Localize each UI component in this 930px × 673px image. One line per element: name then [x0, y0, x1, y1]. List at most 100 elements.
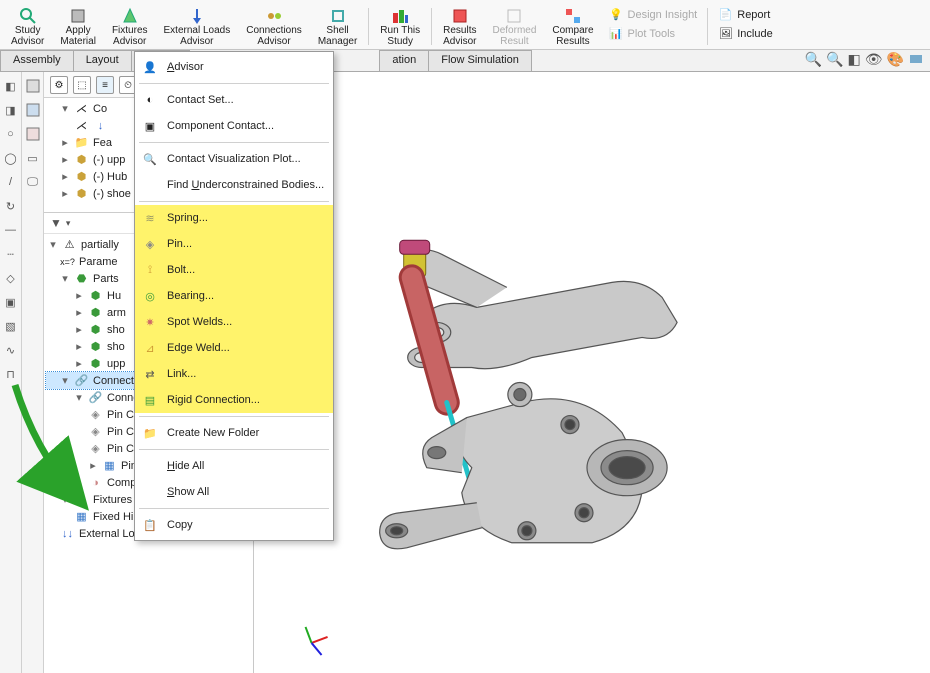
ctx-contact-visualization[interactable]: 🔍Contact Visualization Plot... [135, 146, 333, 172]
ctx-bolt[interactable]: ⟟Bolt... [135, 257, 333, 283]
ctx-bearing[interactable]: ◎Bearing... [135, 283, 333, 309]
ctx-find-underconstrained[interactable]: Find Underconstrained Bodies... [135, 172, 333, 198]
solid-icon: ⬢ [88, 356, 103, 371]
ctx-hide-all[interactable]: Hide All [135, 453, 333, 479]
ctx-copy[interactable]: 📋Copy [135, 512, 333, 538]
ctx-edge-weld[interactable]: ⊿Edge Weld... [135, 335, 333, 361]
tree-tab-config[interactable]: ⚙ [50, 76, 68, 94]
iso3-icon[interactable] [25, 126, 41, 142]
zoom-fit-icon[interactable]: 🔍 [826, 51, 843, 68]
fixtures-advisor-button[interactable]: Fixtures Advisor [105, 4, 155, 49]
ctx-advisor[interactable]: 👤Advisor [135, 54, 333, 80]
cube-icon[interactable]: ◧ [3, 78, 19, 94]
fixtures-icon [120, 7, 140, 25]
component-contact-icon: ▣ [141, 117, 159, 135]
loop-icon[interactable]: ↻ [3, 198, 19, 214]
magnifier-icon [18, 7, 38, 25]
parts-icon: ⬣ [74, 271, 89, 286]
graphics-viewport[interactable] [254, 72, 930, 673]
tab-layout[interactable]: Layout [73, 50, 132, 71]
ctx-show-all[interactable]: Show All [135, 479, 333, 505]
hline-icon[interactable]: — [3, 222, 19, 238]
ribbon-label: Compare Results [552, 25, 593, 47]
ribbon-toolbar: Study Advisor Apply Material Fixtures Ad… [0, 0, 930, 50]
param-icon: x=? [60, 254, 75, 269]
connections-icon [264, 7, 284, 25]
tab-assembly[interactable]: Assembly [0, 50, 74, 71]
arrow-icon: ↓ [93, 118, 108, 133]
zoom-icon[interactable]: 🔍 [805, 51, 822, 68]
ribbon-label: Connections Advisor [246, 25, 302, 47]
tab-simulation[interactable]: ation [379, 50, 429, 71]
cube2-icon[interactable]: ◨ [3, 102, 19, 118]
monitor-icon[interactable]: 🖵 [25, 174, 41, 190]
compass-icon: ⋌ [74, 101, 89, 116]
ribbon-label: External Loads Advisor [164, 25, 231, 47]
display-icon[interactable] [908, 51, 924, 68]
deformed-result-button[interactable]: Deformed Result [485, 4, 543, 49]
dash-icon[interactable]: ┄ [3, 246, 19, 262]
edgeweld-icon: ⊿ [141, 339, 159, 357]
warn-icon: ⚠ [62, 237, 77, 252]
view-tools: 🔍 🔍 ◧ 👁 🎨 [805, 51, 924, 68]
ctx-new-folder[interactable]: 📁Create New Folder [135, 420, 333, 446]
plot-icon: 📊 [609, 26, 624, 41]
include-image-button[interactable]: 🖼 Include [716, 25, 774, 42]
ribbon-label: Run This Study [380, 25, 420, 47]
solid-icon: ⬢ [88, 288, 103, 303]
study-advisor-button[interactable]: Study Advisor [4, 4, 51, 49]
connections-advisor-button[interactable]: Connections Advisor [239, 4, 309, 49]
ribbon-label: Deformed Result [492, 25, 536, 47]
ctx-component-contact[interactable]: ▣Component Contact... [135, 113, 333, 139]
deformed-icon [504, 7, 524, 25]
plot-tools-button[interactable]: 📊 Plot Tools [607, 25, 700, 42]
ctx-spring[interactable]: ≋Spring... [135, 205, 333, 231]
curve-icon[interactable]: ∿ [3, 342, 19, 358]
run-study-button[interactable]: Run This Study [373, 4, 427, 49]
folder-icon: 📁 [141, 424, 159, 442]
pin-icon: ◈ [141, 235, 159, 253]
report-button[interactable]: 📄 Report [716, 6, 774, 23]
ctx-link[interactable]: ⇄Link... [135, 361, 333, 387]
viz-icon: 🔍 [141, 150, 159, 168]
results-icon [450, 7, 470, 25]
copy-icon: 📋 [141, 516, 159, 534]
tree-tab-feature[interactable]: ≡ [96, 76, 114, 94]
spring-icon: ≋ [141, 209, 159, 227]
material-icon [68, 7, 88, 25]
lightbulb-icon: 💡 [609, 7, 624, 22]
ctx-pin[interactable]: ◈Pin... [135, 231, 333, 257]
apply-material-button[interactable]: Apply Material [53, 4, 103, 49]
line-icon[interactable]: / [3, 174, 19, 190]
section-icon[interactable]: ◧ [848, 51, 861, 68]
sphere-icon[interactable]: ○ [3, 126, 19, 142]
results-advisor-button[interactable]: Results Advisor [436, 4, 483, 49]
diamond-icon[interactable]: ◇ [3, 270, 19, 286]
appearance-icon[interactable]: 🎨 [887, 51, 904, 68]
select-icon[interactable]: ▭ [25, 150, 41, 166]
spotweld-icon: ✷ [141, 313, 159, 331]
folder-icon: 📁 [74, 135, 89, 150]
ctx-rigid-connection[interactable]: ▤Rigid Connection... [135, 387, 333, 413]
cube3-icon[interactable]: ▧ [3, 318, 19, 334]
compare-icon [563, 7, 583, 25]
circle-icon[interactable]: ◯ [3, 150, 19, 166]
shell-manager-button[interactable]: Shell Manager [311, 4, 364, 49]
chevron-down-icon: ▾ [66, 218, 71, 229]
ribbon-label: Apply Material [60, 25, 96, 47]
funnel-icon: ▼ [50, 216, 62, 230]
iso2-icon[interactable] [25, 102, 41, 118]
view-icon[interactable]: 👁 [865, 51, 883, 68]
design-insight-button[interactable]: 💡 Design Insight [607, 6, 700, 23]
iso-icon[interactable] [25, 78, 41, 94]
ctx-spot-welds[interactable]: ✷Spot Welds... [135, 309, 333, 335]
ctx-contact-set[interactable]: ◐Contact Set... [135, 87, 333, 113]
tree-tab-display[interactable]: ⬚ [73, 76, 91, 94]
report-icon: 📄 [718, 7, 733, 22]
external-loads-button[interactable]: External Loads Advisor [157, 4, 238, 49]
part-icon: ⬢ [74, 152, 89, 167]
compare-results-button[interactable]: Compare Results [545, 4, 600, 49]
group-icon: ▦ [102, 458, 117, 473]
comp-icon[interactable]: ▣ [3, 294, 19, 310]
tab-flow-simulation[interactable]: Flow Simulation [428, 50, 532, 71]
